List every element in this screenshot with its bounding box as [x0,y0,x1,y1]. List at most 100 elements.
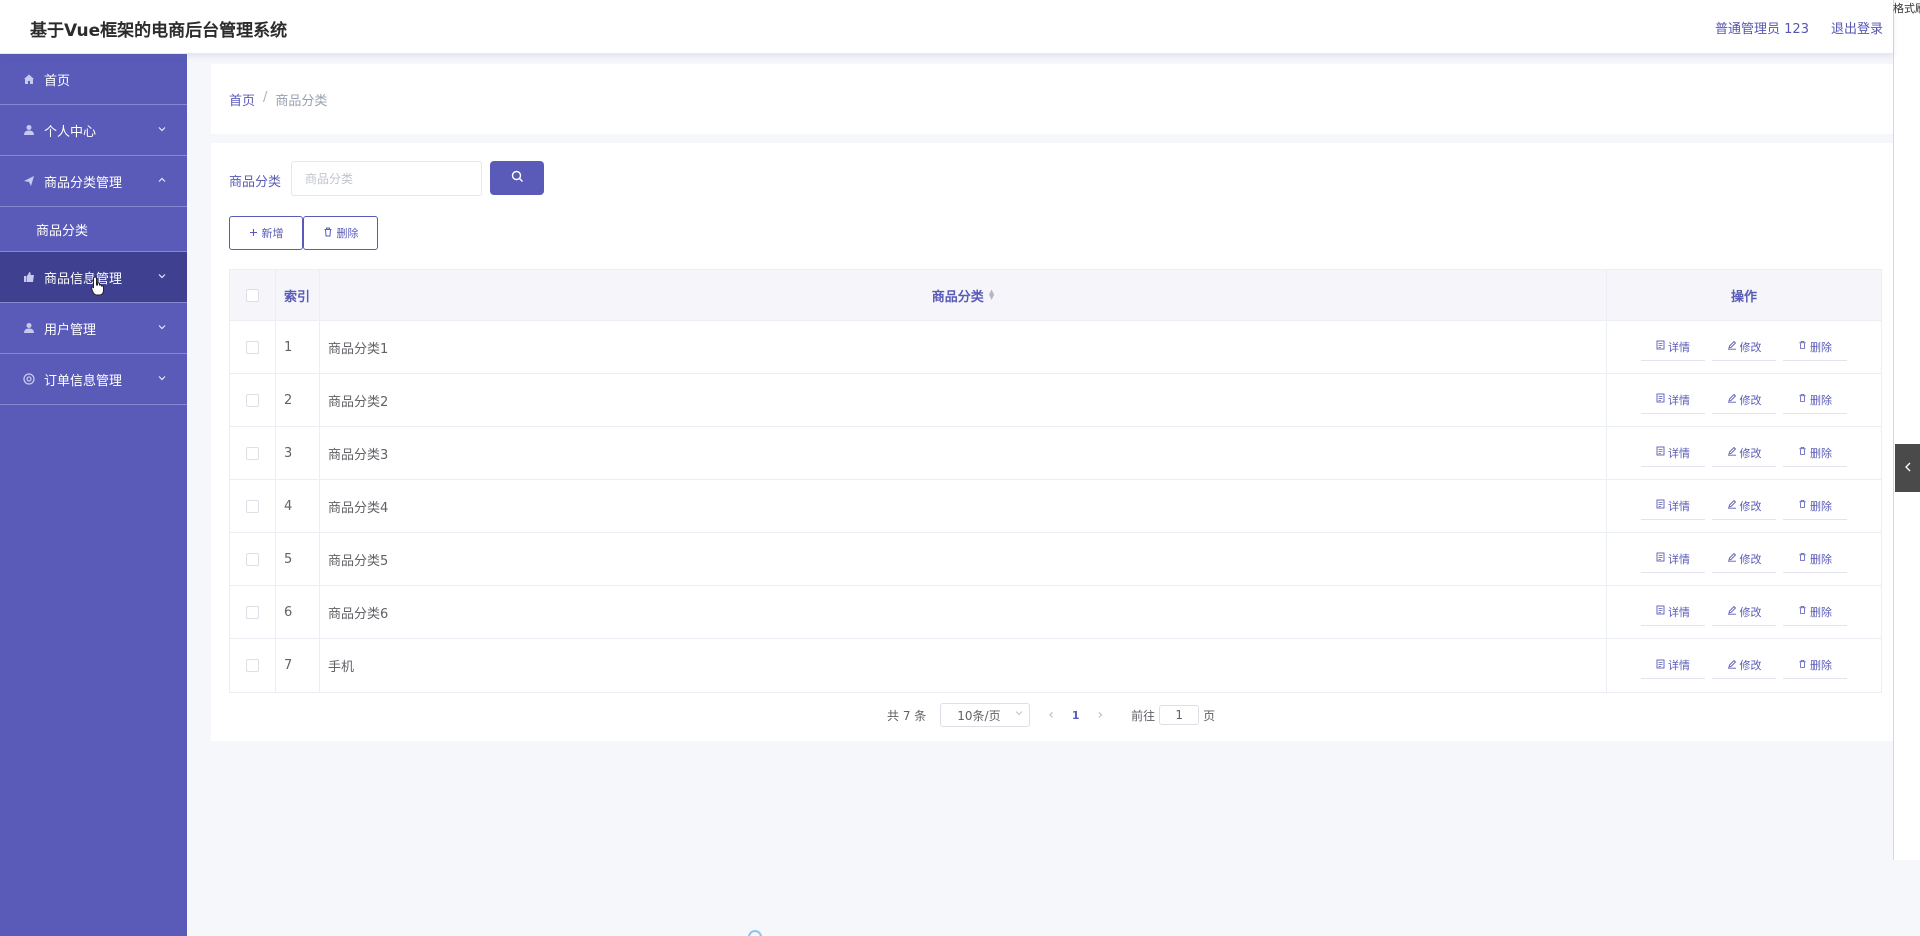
add-button[interactable]: 新增 [229,216,303,250]
row-delete-button[interactable]: 删除 [1783,492,1847,520]
sidebar-item-personal-center[interactable]: 个人中心 [0,105,187,156]
chevron-down-icon [157,123,167,138]
detail-button[interactable]: 详情 [1641,652,1705,679]
goto-page: 前往 页 [1131,705,1215,725]
add-button-label: 新增 [261,227,284,240]
header-name-cell[interactable]: 商品分类 ▲ ▼ [320,270,1607,320]
side-panel [1893,0,1920,860]
home-icon [22,72,36,86]
edit-button[interactable]: 修改 [1712,333,1776,361]
row-delete-button[interactable]: 删除 [1783,333,1847,361]
row-index: 7 [276,639,320,692]
row-delete-button[interactable]: 删除 [1783,545,1847,573]
row-checkbox[interactable] [246,340,259,354]
sidebar-subitem-category[interactable]: 商品分类 [0,207,187,252]
header-ops: 操作 [1730,289,1757,305]
row-category-name: 商品分类2 [320,374,1607,426]
table-body: 1 商品分类1 详情 修改 删除 2 商品分类2 详情 修改 删除 3 商品分类3 详情 修改 删除 4 商品分… [230,321,1881,692]
document-icon [1656,605,1665,618]
trash-icon [1798,446,1807,459]
sidebar-item-order-management[interactable]: 订单信息管理 [0,354,187,405]
detail-button[interactable]: 详情 [1641,439,1705,467]
table-header: 索引 商品分类 ▲ ▼ 操作 [230,270,1881,321]
edit-label: 修改 [1739,659,1762,672]
edit-button[interactable]: 修改 [1712,492,1776,520]
detail-button[interactable]: 详情 [1641,492,1705,520]
detail-button[interactable]: 详情 [1641,545,1705,573]
row-category-name: 手机 [320,639,1607,692]
table-row: 1 商品分类1 详情 修改 删除 [230,321,1881,374]
edit-icon [1727,499,1737,512]
send-icon [22,174,36,188]
edit-button[interactable]: 修改 [1712,652,1776,679]
row-delete-button[interactable]: 删除 [1783,598,1847,626]
row-ops: 详情 修改 删除 [1607,533,1881,585]
goto-page-input[interactable] [1159,705,1200,725]
delete-label: 删除 [1810,499,1832,513]
trash-icon [1798,552,1807,565]
detail-button[interactable]: 详情 [1641,598,1705,626]
row-checkbox[interactable] [246,499,259,513]
sidebar-item-category-management[interactable]: 商品分类管理 [0,156,187,207]
table-row: 7 手机 详情 修改 删除 [230,639,1881,692]
row-ops: 详情 修改 删除 [1607,639,1881,692]
page-size-select[interactable]: 10条/页 [940,703,1031,727]
breadcrumb-home[interactable]: 首页 [229,90,255,109]
edit-button[interactable]: 修改 [1712,598,1776,626]
row-delete-button[interactable]: 删除 [1783,386,1847,414]
trash-icon [1798,659,1807,672]
chevron-down-icon [157,321,167,336]
row-index: 1 [276,321,320,373]
thumb-icon [22,270,36,284]
document-icon [1656,340,1665,353]
search-button[interactable] [490,161,544,195]
row-checkbox[interactable] [246,605,259,619]
user-label: 普通管理员 123 [1715,22,1809,37]
search-input[interactable] [291,161,482,196]
detail-label: 详情 [1668,340,1690,354]
delete-button[interactable]: 删除 [303,216,378,250]
row-checkbox[interactable] [246,393,259,407]
pagination: 共 7 条 10条/页 ‹ 1 › 前往 页 [887,703,1215,727]
sidebar-item-user-management[interactable]: 用户管理 [0,303,187,354]
header-name: 商品分类 [931,289,984,305]
row-checkbox[interactable] [246,659,259,672]
sort-icon[interactable]: ▲ ▼ [989,289,994,301]
content-card: 商品分类 新增 删除 索引 商品分类 ▲▼ 操作 1商品分类1详情修改删除2商品… [211,143,1893,741]
row-ops: 详情 修改 删除 [1607,427,1881,479]
row-index: 3 [276,427,320,479]
sidebar-item-home[interactable]: 首页 [0,54,187,105]
current-page[interactable]: 1 [1072,709,1080,722]
delete-label: 删除 [1810,659,1832,672]
detail-label: 详情 [1668,446,1690,460]
select-all-checkbox[interactable] [246,288,259,302]
delete-label: 删除 [1810,446,1832,460]
help-icon [22,372,36,386]
delete-button-label: 删除 [336,227,359,240]
logout-link[interactable]: 退出登录 [1831,18,1883,37]
chevron-up-icon [157,174,167,189]
sidebar: 首页 个人中心 商品分类管理 商品分类 商品信息管理 用户管理 订单信息管理 [0,54,187,936]
prev-page-icon[interactable]: ‹ [1048,707,1054,723]
edit-icon [1727,446,1737,459]
goto-label: 前往 [1131,708,1156,723]
delete-label: 删除 [1810,340,1832,354]
goto-suffix: 页 [1203,708,1216,723]
edit-button[interactable]: 修改 [1712,545,1776,573]
edit-button[interactable]: 修改 [1712,439,1776,467]
row-index: 6 [276,586,320,638]
row-checkbox[interactable] [246,446,259,460]
row-checkbox[interactable] [246,552,259,566]
row-ops: 详情 修改 删除 [1607,480,1881,532]
row-delete-button[interactable]: 删除 [1783,439,1847,467]
detail-button[interactable]: 详情 [1641,386,1705,414]
user-area: 普通管理员 123 退出登录 [1715,18,1883,37]
row-category-name: 商品分类1 [320,321,1607,373]
edit-button[interactable]: 修改 [1712,386,1776,414]
detail-button[interactable]: 详情 [1641,333,1705,361]
row-delete-button[interactable]: 删除 [1783,652,1847,679]
next-page-icon[interactable]: › [1098,707,1104,723]
collapse-panel-button[interactable] [1895,444,1920,492]
chevron-down-icon [157,270,167,285]
sidebar-item-label: 首页 [44,73,71,89]
